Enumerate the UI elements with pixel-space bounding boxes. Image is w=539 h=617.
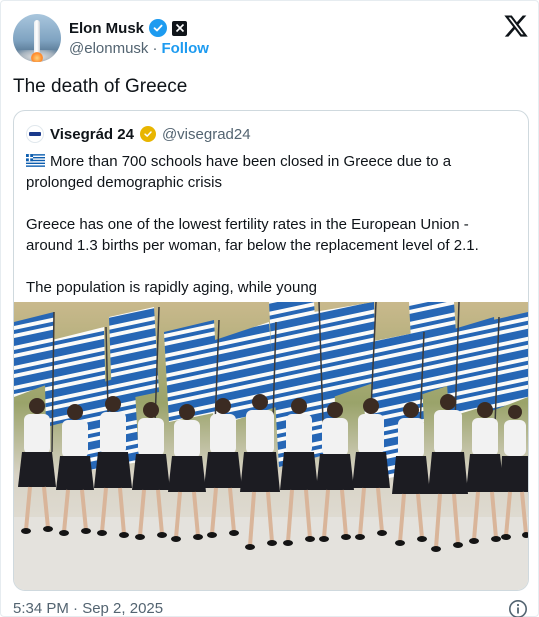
gold-verified-badge-icon bbox=[139, 126, 156, 142]
tweet-timestamp[interactable]: 5:34 PM · Sep 2, 2025 bbox=[13, 600, 163, 617]
tweet-embed-card: Elon Musk @elonmusk · Follow The death o… bbox=[0, 0, 539, 617]
quoted-header: Visegrád 24 @visegrad24 bbox=[26, 124, 251, 144]
x-affiliate-badge-icon bbox=[172, 20, 188, 36]
tweet-text: The death of Greece bbox=[13, 76, 188, 97]
quoted-author-name[interactable]: Visegrád 24 bbox=[50, 126, 134, 143]
author-name[interactable]: Elon Musk bbox=[69, 20, 144, 37]
quoted-text-1: More than 700 schools have been closed i… bbox=[26, 153, 452, 191]
follow-button[interactable]: Follow bbox=[161, 40, 209, 57]
author-avatar[interactable] bbox=[13, 14, 61, 62]
separator-dot: · bbox=[152, 40, 158, 57]
avatar-flame bbox=[31, 52, 43, 62]
quoted-line-1: More than 700 schools have been closed i… bbox=[26, 151, 518, 193]
author-name-row: Elon Musk bbox=[69, 18, 188, 38]
quoted-text-3: The population is rapidly aging, while y… bbox=[26, 279, 318, 296]
x-logo-icon[interactable] bbox=[503, 13, 529, 39]
greece-flag-icon bbox=[26, 154, 45, 167]
parade-photo[interactable] bbox=[14, 302, 528, 591]
author-handle-row: @elonmusk · Follow bbox=[69, 40, 209, 57]
verified-badge-icon bbox=[149, 19, 168, 37]
rocket-icon bbox=[34, 20, 40, 54]
quoted-avatar[interactable] bbox=[26, 125, 44, 143]
quoted-tweet[interactable]: Visegrád 24 @visegrad24 More than 700 sc… bbox=[13, 110, 529, 591]
quoted-body: More than 700 schools have been closed i… bbox=[26, 151, 518, 298]
author-handle[interactable]: @elonmusk bbox=[69, 40, 148, 57]
info-icon[interactable] bbox=[508, 599, 528, 617]
quoted-text-2: Greece has one of the lowest fertility r… bbox=[26, 216, 479, 254]
quoted-author-handle[interactable]: @visegrad24 bbox=[162, 126, 251, 143]
